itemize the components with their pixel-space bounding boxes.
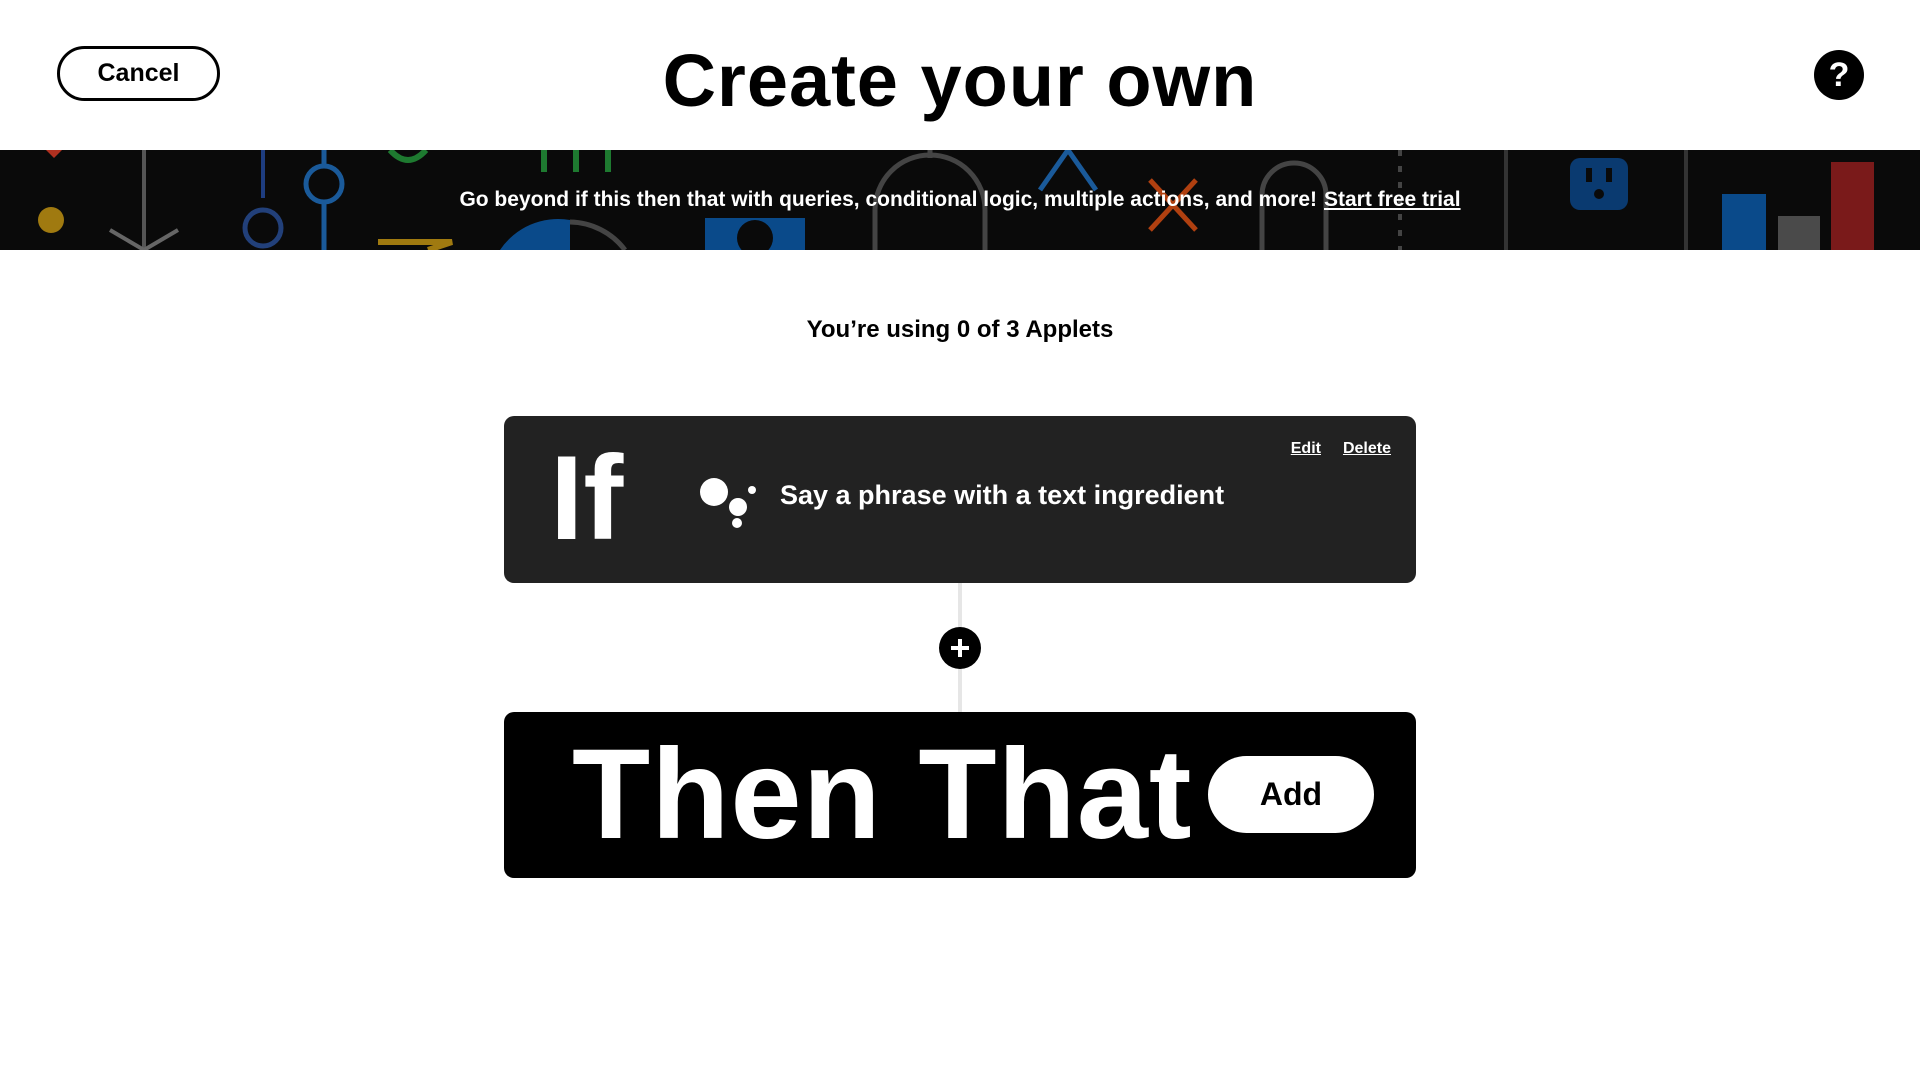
plus-icon [951,639,969,657]
delete-link[interactable]: Delete [1343,440,1391,458]
page-title: Create your own [662,39,1258,122]
help-icon[interactable]: ? [1814,50,1864,100]
banner-text: Go beyond if this then that with queries… [459,188,1317,211]
promo-banner: Go beyond if this then that with queries… [0,150,1920,250]
header: Cancel Create your own ? [0,0,1920,150]
trigger-actions: Edit Delete [1291,440,1391,458]
google-assistant-icon [700,478,756,528]
add-action-button[interactable]: Add [1208,756,1374,833]
trigger-description: Say a phrase with a text ingredient [780,480,1225,510]
if-label: If [550,431,624,565]
edit-link[interactable]: Edit [1291,440,1321,458]
add-step-button[interactable] [939,627,981,669]
applet-usage-text: You’re using 0 of 3 Applets [806,316,1114,343]
start-free-trial-link[interactable]: Start free trial [1324,188,1461,212]
banner-message: Go beyond if this then that with queries… [0,150,1920,250]
action-card: Then That Add [504,712,1416,878]
then-that-label: Then That [572,723,1193,866]
trigger-card[interactable]: If Say a phrase with a text ingredient E… [504,416,1416,583]
